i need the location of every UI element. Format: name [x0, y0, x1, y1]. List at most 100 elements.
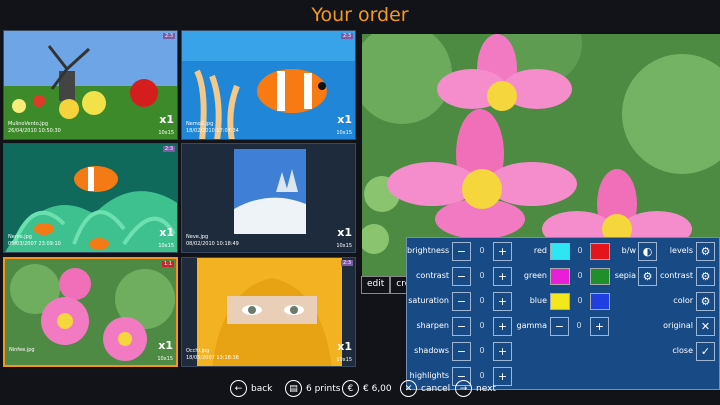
- original-label: original: [663, 321, 693, 330]
- adjustment-panel: brightness − 0 + contrast − 0 + saturati…: [406, 237, 720, 390]
- sharpen-minus-button[interactable]: −: [452, 317, 471, 336]
- file-name: Nemo2.jpg: [186, 121, 214, 127]
- gamma-label: gamma: [516, 321, 547, 330]
- color-button[interactable]: ⚙: [696, 292, 715, 311]
- close-label: close: [672, 346, 693, 355]
- shadows-value: 0: [479, 346, 485, 355]
- shadows-label: shadows: [414, 346, 449, 355]
- yellow-swatch[interactable]: [550, 293, 570, 310]
- file-date: 18/05/2007 13:18:38: [186, 355, 239, 361]
- arrow-left-icon: ←: [230, 380, 247, 397]
- sharpen-value: 0: [479, 321, 485, 330]
- arrow-right-icon: →: [455, 380, 472, 397]
- back-label: back: [251, 383, 273, 394]
- file-name: Ninfee.jpg: [9, 347, 35, 353]
- ratio-badge: 2:3: [162, 146, 175, 152]
- ratio-badge: 2:3: [340, 33, 353, 39]
- quantity-badge[interactable]: x1: [337, 113, 352, 126]
- quantity-badge[interactable]: x1: [337, 226, 352, 239]
- color-label: color: [673, 296, 693, 305]
- file-name: Neve.jpg: [186, 234, 209, 240]
- print-size: 10x15: [336, 357, 352, 363]
- thumbnail-neve[interactable]: Neve.jpg 08/02/2010 10:18:49 x1 10x15: [181, 143, 356, 253]
- sepia-label: sepia: [614, 271, 636, 280]
- thumbnail-nemo[interactable]: 2:3 Nemo.jpg 05/03/2007 23:09:10 x1 10x1…: [3, 143, 178, 253]
- magenta-swatch[interactable]: [550, 268, 570, 285]
- ratio-badge: 2:3: [162, 33, 175, 39]
- gamma-minus-button[interactable]: −: [550, 317, 569, 336]
- prints-button[interactable]: ▤ 6 prints: [285, 380, 340, 397]
- bw-label: b/w: [621, 246, 636, 255]
- bottom-bar: ← back ▤ 6 prints € € 6,00 ✕ cancel → ne…: [0, 378, 720, 402]
- auto-contrast-button[interactable]: ⚙: [696, 267, 715, 286]
- red-value: 0: [577, 246, 583, 255]
- file-name: Nemo.jpg: [8, 234, 32, 240]
- next-button[interactable]: → next: [455, 380, 496, 397]
- contrast-value: 0: [479, 271, 485, 280]
- file-name: Occhi.jpg: [186, 348, 210, 354]
- thumbnail-ninfee[interactable]: 1:1 Ninfee.jpg x1 10x15: [3, 257, 178, 367]
- saturation-plus-button[interactable]: +: [493, 292, 512, 311]
- bw-toggle-button[interactable]: ◐: [638, 242, 657, 261]
- file-name: MulinoVento.jpg: [8, 121, 49, 127]
- shadows-minus-button[interactable]: −: [452, 342, 471, 361]
- quantity-badge[interactable]: x1: [159, 226, 174, 239]
- saturation-label: saturation: [408, 296, 449, 305]
- thumbnail-mulinovento[interactable]: 2:3 MulinoVento.jpg 26/04/2010 10:50:30 …: [3, 30, 178, 140]
- blue-value: 0: [577, 296, 583, 305]
- price-label: € 6,00: [363, 383, 392, 394]
- red-swatch[interactable]: [590, 243, 610, 260]
- gamma-value: 0: [576, 321, 582, 330]
- green-label: green: [523, 271, 547, 280]
- levels-label: levels: [669, 246, 693, 255]
- brightness-plus-button[interactable]: +: [493, 242, 512, 261]
- print-size: 10x15: [336, 243, 352, 249]
- red-label: red: [533, 246, 547, 255]
- quantity-badge[interactable]: x1: [337, 340, 352, 353]
- contrast-plus-button[interactable]: +: [493, 267, 512, 286]
- back-button[interactable]: ← back: [230, 380, 272, 397]
- auto-contrast-label: contrast: [660, 271, 693, 280]
- price-button[interactable]: € € 6,00: [342, 380, 392, 397]
- checkmark-icon: ✓: [700, 345, 711, 358]
- blue-label: blue: [529, 296, 547, 305]
- gear-icon: ⚙: [642, 270, 653, 283]
- cancel-button[interactable]: ✕ cancel: [400, 380, 450, 397]
- contrast-label: contrast: [416, 271, 449, 280]
- thumbnail-nemo2[interactable]: 2:3 Nemo2.jpg 18/02/2010 17:07:34 x1 10x…: [181, 30, 356, 140]
- print-size: 10x15: [158, 243, 174, 249]
- ratio-badge: 2:3: [340, 260, 353, 266]
- gear-icon: ⚙: [700, 270, 711, 283]
- thumbnail-occhi[interactable]: 2:3 Occhi.jpg 18/05/2007 13:18:38 x1 10x…: [181, 257, 356, 367]
- close-icon: ✕: [400, 380, 417, 397]
- brightness-minus-button[interactable]: −: [452, 242, 471, 261]
- original-button[interactable]: ✕: [696, 317, 715, 336]
- quantity-badge[interactable]: x1: [158, 339, 173, 352]
- gear-icon: ⚙: [700, 295, 711, 308]
- ratio-badge: 1:1: [161, 261, 174, 267]
- print-size: 10x15: [158, 130, 174, 136]
- edit-button[interactable]: edit: [361, 276, 391, 294]
- cancel-label: cancel: [421, 383, 451, 394]
- shadows-plus-button[interactable]: +: [493, 342, 512, 361]
- levels-button[interactable]: ⚙: [696, 242, 715, 261]
- next-label: next: [476, 383, 496, 394]
- sharpen-label: sharpen: [416, 321, 450, 330]
- contrast-minus-button[interactable]: −: [452, 267, 471, 286]
- prints-label: 6 prints: [306, 383, 341, 394]
- saturation-minus-button[interactable]: −: [452, 292, 471, 311]
- brightness-value: 0: [479, 246, 485, 255]
- contrast-icon: ◐: [642, 245, 653, 258]
- close-icon: ✕: [700, 320, 711, 333]
- cyan-swatch[interactable]: [550, 243, 570, 260]
- green-value: 0: [577, 271, 583, 280]
- quantity-badge[interactable]: x1: [159, 113, 174, 126]
- gamma-plus-button[interactable]: +: [590, 317, 609, 336]
- print-size: 10x15: [157, 356, 173, 362]
- blue-swatch[interactable]: [590, 293, 610, 310]
- file-date: 05/03/2007 23:09:10: [8, 241, 61, 247]
- file-date: 08/02/2010 10:18:49: [186, 241, 239, 247]
- file-date: 26/04/2010 10:50:30: [8, 128, 61, 134]
- close-button[interactable]: ✓: [696, 342, 715, 361]
- gear-icon: ⚙: [700, 245, 711, 258]
